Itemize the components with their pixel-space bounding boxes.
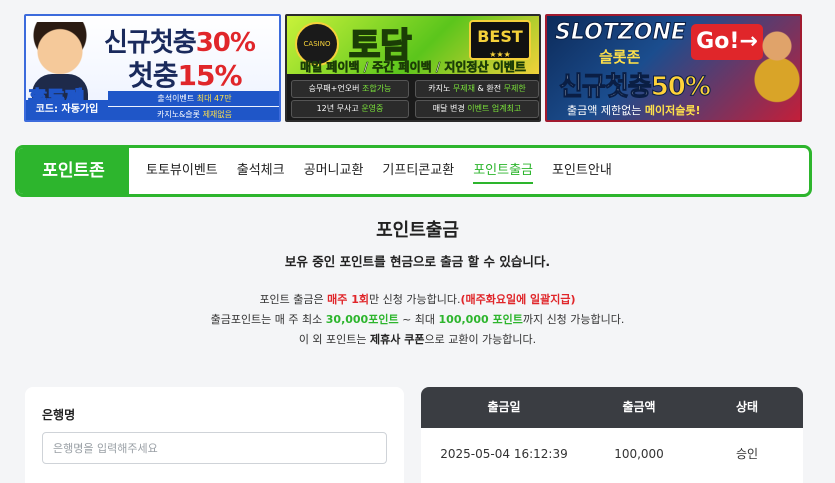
banner-todam[interactable]: CASINO SPORTS 토담 BEST★★★ 매일 페이백 / 주간 페이백… — [285, 14, 541, 122]
banner-promo-line2: 첫충15% — [128, 59, 243, 92]
banner-info-2: 카지노&슬롯 제재없음 — [108, 107, 279, 120]
bank-name-input[interactable] — [42, 432, 387, 464]
page-subtitle: 보유 중인 포인트를 현금으로 출금 할 수 있습니다. — [284, 254, 551, 269]
banner-feature: 승무패+언오버 조합가능 — [291, 80, 409, 98]
banner-feature: 12년 무사고 운영중 — [291, 100, 409, 118]
withdraw-form-card: 은행명 — [25, 387, 404, 483]
banner-feature: 카지노 무제재 & 환전 무제한 — [415, 80, 539, 98]
withdraw-amount: 100,000 — [614, 447, 664, 461]
withdraw-status: 승인 — [735, 447, 759, 461]
column-header-status: 상태 — [735, 400, 759, 414]
nav-item-attendance[interactable]: 출석체크 — [237, 148, 285, 194]
go-button[interactable]: Go!→ — [691, 24, 763, 60]
bank-name-label: 은행명 — [42, 408, 76, 422]
nav-item-money-exchange[interactable]: 공머니교환 — [304, 148, 364, 194]
note-line: 출금포인트는 매 주 최소 30,000포인트 ~ 최대 100,000 포인트… — [210, 313, 625, 326]
nav-items: 토토뷰이벤트 출석체크 공머니교환 기프티콘교환 포인트출금 포인트안내 — [146, 148, 631, 194]
note-line: 이 외 포인트는 제휴사 쿠폰으로 교환이 가능합니다. — [298, 333, 537, 346]
banner-hongdoogge[interactable]: 홍두께 코드: 자동가입 신규첫충30% 첫충15% 출석이벤트 최대 47만 … — [24, 14, 281, 122]
nav-item-point-withdraw[interactable]: 포인트출금 — [473, 148, 533, 194]
banner-promo-line: 신규첫충50% — [559, 72, 712, 103]
banner-code: 코드: 자동가입 — [26, 100, 108, 120]
page-title: 포인트출금 — [376, 220, 459, 241]
table-row: 2025-05-04 16:12:39 100,000 승인 — [421, 428, 803, 480]
banner-brand-name: SLOTZONE — [555, 20, 687, 46]
banner-slogan: 매일 페이백 / 주간 페이백 / 지인정산 이벤트 — [300, 60, 526, 75]
banner-info-1: 출석이벤트 최대 47만 — [108, 91, 279, 106]
banner-row: 홍두께 코드: 자동가입 신규첫충30% 첫충15% 출석이벤트 최대 47만 … — [24, 14, 802, 122]
nav-item-point-guide[interactable]: 포인트안내 — [552, 148, 612, 194]
best-badge: BEST ★★★ — [469, 20, 531, 60]
column-header-date: 출금일 — [487, 400, 521, 414]
banner-feature: 매달 변경 이벤트 업계최고 — [415, 100, 539, 118]
note-line: 포인트 출금은 매주 1회만 신청 가능합니다.(매주화요일에 일괄지급) — [259, 293, 576, 306]
banner-slotzone[interactable]: SLOTZONE 슬롯존 Go!→ 신규첫충50% 출금액 제한없는 메이저슬롯… — [545, 14, 802, 122]
withdraw-history-table: 출금일 출금액 상태 2025-05-04 16:12:39 100,000 승… — [421, 387, 803, 483]
nav-item-gifticon-exchange[interactable]: 기프티콘교환 — [382, 148, 454, 194]
banner-brand-korean: 슬롯존 — [599, 48, 641, 66]
nav-item-totoview-event[interactable]: 토토뷰이벤트 — [146, 148, 218, 194]
nav-brand[interactable]: 포인트존 — [18, 148, 129, 194]
character-image — [754, 22, 800, 118]
withdraw-date: 2025-05-04 16:12:39 — [440, 447, 568, 461]
table-header: 출금일 출금액 상태 — [421, 387, 803, 428]
withdraw-notes: 포인트 출금은 매주 1회만 신청 가능합니다.(매주화요일에 일괄지급) 출금… — [0, 290, 835, 350]
point-zone-navbar: 포인트존 토토뷰이벤트 출석체크 공머니교환 기프티콘교환 포인트출금 포인트안… — [15, 145, 812, 197]
column-header-amount: 출금액 — [622, 400, 656, 414]
banner-sub-line: 출금액 제한없는 메이저슬롯! — [567, 104, 701, 117]
